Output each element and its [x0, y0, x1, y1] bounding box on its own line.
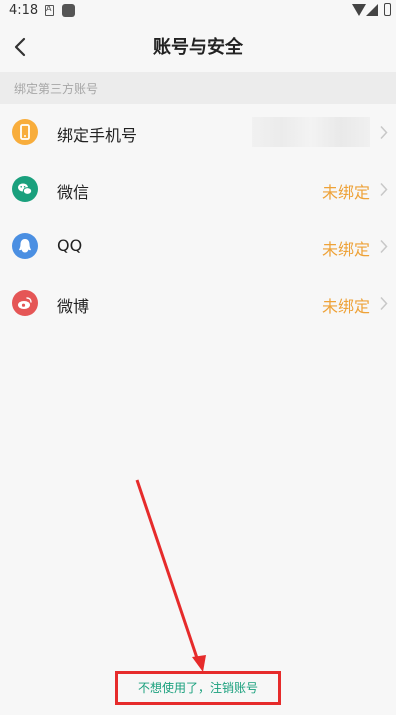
- chevron-right-icon: [380, 239, 388, 254]
- row-wechat[interactable]: 微信 未绑定: [0, 161, 396, 218]
- section-header: 绑定第三方账号: [0, 72, 396, 104]
- status-time: 4:18: [9, 3, 39, 18]
- deregister-account-link[interactable]: 不想使用了，注销账号: [115, 671, 281, 705]
- row-label-wechat: 微信: [57, 183, 90, 202]
- phone-icon: [12, 119, 38, 145]
- wifi-icon: [352, 4, 366, 16]
- row-label-qq: QQ: [57, 236, 83, 255]
- chevron-right-icon: [380, 182, 388, 197]
- battery-icon: [384, 3, 391, 16]
- wechat-icon: [12, 176, 38, 202]
- account-list: 绑定手机号 微信 未绑定 QQ 未绑定 微博 未绑定: [0, 104, 396, 332]
- app-header: 账号与安全: [0, 24, 396, 68]
- row-label-weibo: 微博: [57, 297, 90, 316]
- status-bar: 4:18: [0, 0, 396, 24]
- phone-number-masked: [252, 117, 370, 147]
- signal-icon: [366, 4, 378, 16]
- qq-icon: [12, 233, 38, 259]
- row-phone[interactable]: 绑定手机号: [0, 104, 396, 161]
- row-status-weibo: 未绑定: [321, 297, 370, 316]
- row-status-qq: 未绑定: [321, 240, 370, 259]
- row-label-phone: 绑定手机号: [57, 126, 138, 145]
- row-weibo[interactable]: 微博 未绑定: [0, 275, 396, 332]
- chevron-right-icon: [380, 296, 388, 311]
- page-title: 账号与安全: [153, 37, 243, 58]
- app-notification-icon: [62, 4, 75, 17]
- weibo-icon: [12, 290, 38, 316]
- notification-icon: [45, 4, 54, 16]
- row-qq[interactable]: QQ 未绑定: [0, 218, 396, 275]
- section-label: 绑定第三方账号: [14, 82, 99, 96]
- chevron-right-icon: [380, 125, 388, 140]
- row-status-wechat: 未绑定: [321, 183, 370, 202]
